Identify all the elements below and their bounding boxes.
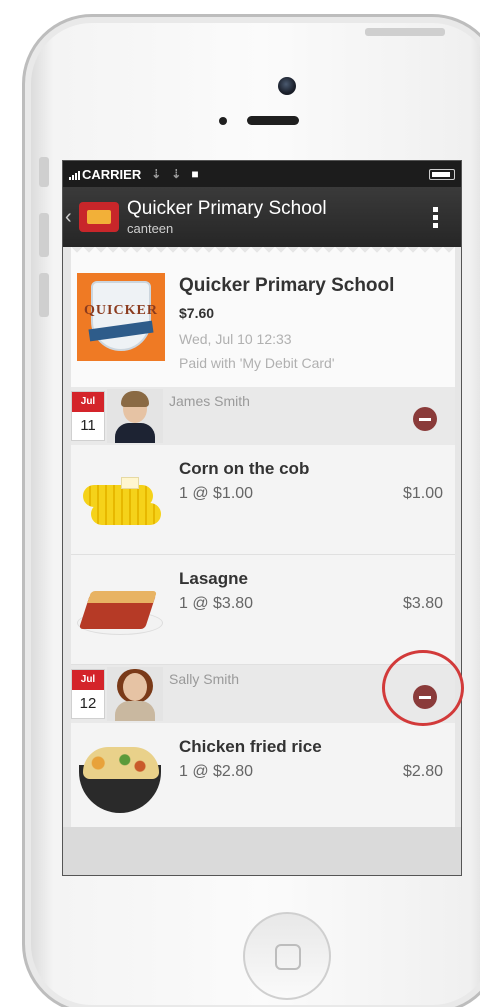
order-item[interactable]: Chicken fried rice 1 @ $2.80 $2.80: [71, 723, 455, 833]
order-payment: Paid with 'My Debit Card': [179, 355, 335, 371]
calendar-day: 11: [80, 417, 96, 434]
item-title: Chicken fried rice: [179, 737, 322, 756]
app-bar-titles: Quicker Primary School canteen: [127, 198, 327, 236]
item-quantity: 1 @ $1.00: [179, 485, 254, 502]
fried-rice-image: [77, 741, 167, 817]
student-name: Sally Smith: [169, 671, 240, 687]
calendar-date: Jul 11: [71, 391, 105, 441]
receipt-edge: [71, 247, 455, 259]
carrier-name: CARRIER: [82, 166, 142, 182]
order-content: QUICKER Quicker Primary School $7.60 Wed…: [71, 247, 455, 833]
mute-switch: [39, 157, 49, 187]
student-name: James Smith: [169, 393, 250, 409]
item-quantity: 1 @ $3.80: [179, 595, 254, 612]
screen-footer: [63, 827, 461, 875]
overflow-menu-icon[interactable]: [433, 207, 439, 228]
order-price: $7.60: [179, 305, 215, 321]
power-button: [365, 28, 445, 36]
order-datetime: Wed, Jul 10 12:33: [179, 331, 292, 347]
battery-icon: [429, 169, 455, 180]
order-title: Quicker Primary School: [179, 275, 395, 296]
signal-icon: [69, 168, 80, 180]
annotation-circle: [382, 650, 464, 726]
download-icon: ⇣: [171, 167, 182, 181]
app-bar-subtitle: canteen: [127, 221, 174, 236]
avatar: [107, 389, 163, 443]
remove-button[interactable]: [413, 407, 437, 431]
back-chevron-icon[interactable]: ‹: [65, 206, 75, 229]
item-total: $3.80: [402, 595, 443, 612]
student-row: Jul 11 James Smith: [71, 387, 455, 445]
remove-icon: [419, 417, 431, 421]
calendar-date: Jul 12: [71, 669, 105, 719]
app-logo[interactable]: [79, 202, 119, 232]
order-item[interactable]: Lasagne 1 @ $3.80 $3.80: [71, 555, 455, 665]
item-title: Lasagne: [179, 569, 248, 588]
item-total: $2.80: [402, 763, 443, 780]
app-bar: ‹ Quicker Primary School canteen: [63, 187, 461, 247]
phone-screen: CARRIER ⇣ ⇣ ■ ‹ Quicker Primary School c…: [62, 160, 462, 876]
item-title: Corn on the cob: [179, 459, 310, 478]
calendar-day: 12: [79, 695, 97, 712]
usb-icon: ⇣: [151, 167, 162, 181]
lock-icon: ■: [191, 167, 199, 181]
status-bar: CARRIER ⇣ ⇣ ■: [63, 161, 461, 187]
earpiece-speaker: [247, 116, 299, 125]
volume-down-button: [39, 273, 49, 317]
item-quantity: 1 @ $2.80: [179, 763, 254, 780]
order-header: QUICKER Quicker Primary School $7.60 Wed…: [71, 259, 455, 387]
avatar: [107, 667, 163, 721]
app-bar-title: Quicker Primary School: [127, 198, 327, 219]
home-button[interactable]: [243, 912, 331, 1000]
sensor-dot: [219, 117, 227, 125]
front-camera: [278, 77, 296, 95]
order-item[interactable]: Corn on the cob 1 @ $1.00 $1.00: [71, 445, 455, 555]
item-total: $1.00: [402, 485, 443, 502]
corn-image: [77, 463, 167, 539]
calendar-month: Jul: [72, 670, 104, 690]
school-logo: QUICKER: [77, 273, 165, 361]
lasagne-image: [77, 573, 167, 649]
volume-up-button: [39, 213, 49, 257]
school-logo-text: QUICKER: [84, 303, 158, 318]
calendar-month: Jul: [72, 392, 104, 412]
